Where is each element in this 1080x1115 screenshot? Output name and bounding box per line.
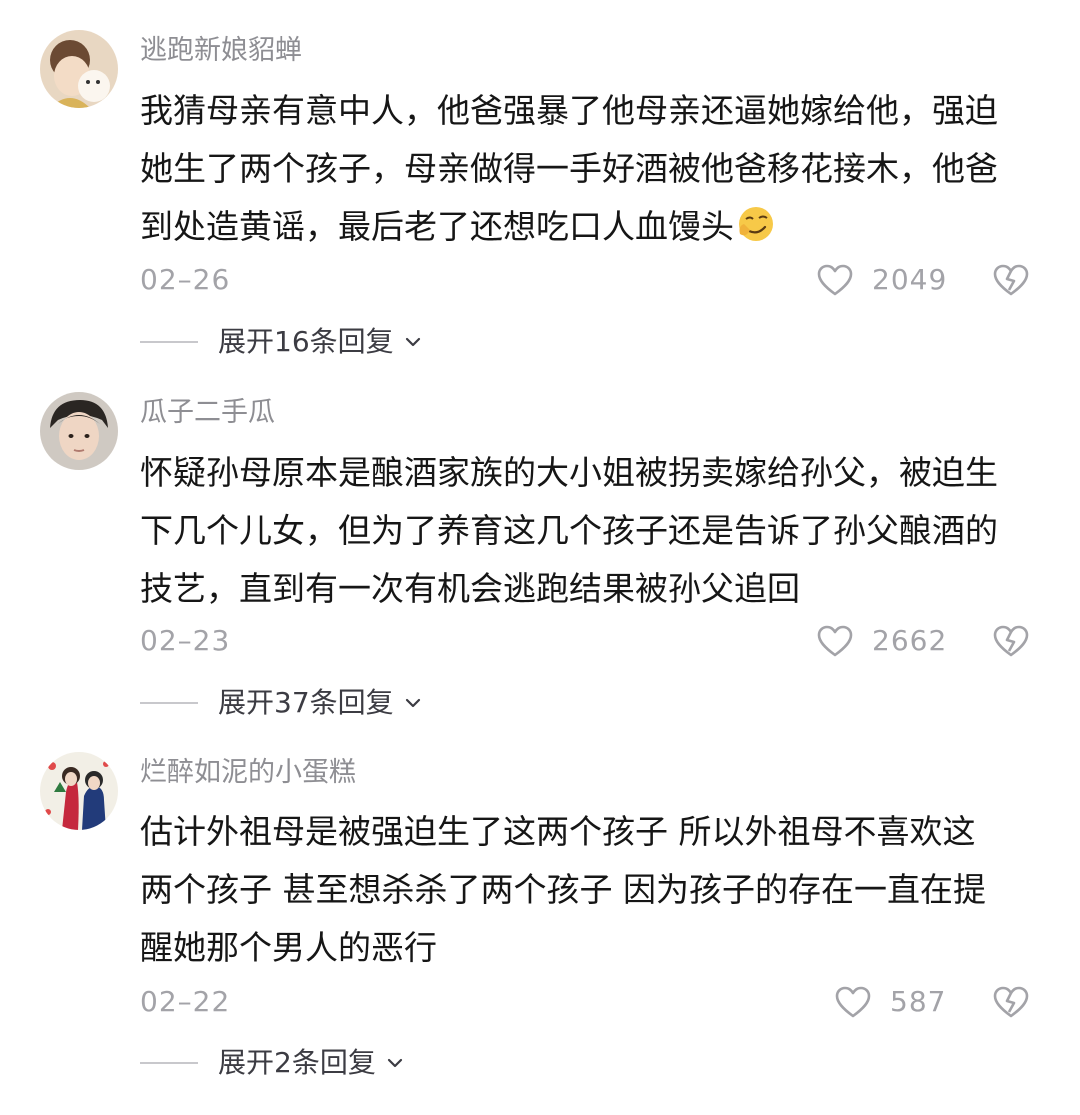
comment-text-line: 到处造黄谣，最后老了还想吃口人血馒头 xyxy=(140,198,1040,256)
smirk-face-emoji xyxy=(739,207,773,241)
comment-date: 02–23 xyxy=(140,624,231,657)
expand-replies-label: 展开16条回复 xyxy=(218,325,394,358)
like-count: 2049 xyxy=(872,263,948,296)
comment-date: 02–22 xyxy=(140,985,231,1018)
expand-replies-button[interactable]: 展开37条回复 xyxy=(140,683,422,723)
avatar[interactable] xyxy=(40,752,118,830)
broken-heart-outline-icon[interactable] xyxy=(992,982,1030,1022)
comment-date: 02–26 xyxy=(140,263,231,296)
comment-meta: 02–26 2049 xyxy=(140,260,1040,300)
comment-text-line: 两个孩子 甚至想杀杀了两个孩子 因为孩子的存在一直在提 xyxy=(140,870,986,909)
comment-text-line: 技艺，直到有一次有机会逃跑结果被孙父追回 xyxy=(140,569,800,608)
heart-outline-icon xyxy=(817,264,853,296)
avatar[interactable] xyxy=(40,30,118,108)
chevron-down-icon xyxy=(387,1058,402,1068)
broken-heart-outline-icon[interactable] xyxy=(992,260,1030,300)
expand-divider xyxy=(140,702,198,704)
expand-replies-button[interactable]: 展开16条回复 xyxy=(140,322,422,362)
comment-text-line: 她生了两个孩子，母亲做得一手好酒被他爸移花接木，他爸 xyxy=(140,140,1040,198)
comment-text-line-content: 她生了两个孩子，母亲做得一手好酒被他爸移花接木，他爸 xyxy=(140,149,998,188)
heart-outline-icon xyxy=(835,986,871,1018)
broken-heart-outline-icon[interactable] xyxy=(992,621,1030,661)
like-button[interactable]: 2662 xyxy=(816,621,947,661)
comment-text: 怀疑孙母原本是酿酒家族的大小姐被拐卖嫁给孙父，被迫生 下几个儿女，但为了养育这几… xyxy=(140,444,1040,618)
comment-meta: 02–22 587 xyxy=(140,982,1040,1022)
like-button[interactable]: 2049 xyxy=(816,260,947,300)
comment-text-line: 估计外祖母是被强迫生了这两个孩子 所以外祖母不喜欢这 xyxy=(140,812,976,851)
avatar[interactable] xyxy=(40,392,118,470)
username[interactable]: 瓜子二手瓜 xyxy=(140,395,275,431)
expand-divider xyxy=(140,1062,198,1064)
chevron-down-icon xyxy=(405,337,420,347)
expand-replies-button[interactable]: 展开2条回复 xyxy=(140,1043,404,1083)
expand-replies-label: 展开37条回复 xyxy=(218,686,394,719)
expand-divider xyxy=(140,341,198,343)
heart-outline-icon xyxy=(817,625,853,657)
comment-text-line: 下几个儿女，但为了养育这几个孩子还是告诉了孙父酿酒的 xyxy=(140,511,998,550)
username[interactable]: 逃跑新娘貂蝉 xyxy=(140,33,302,69)
like-count: 587 xyxy=(890,985,947,1018)
like-button[interactable]: 587 xyxy=(834,982,946,1022)
comment-text-line: 怀疑孙母原本是酿酒家族的大小姐被拐卖嫁给孙父，被迫生 xyxy=(140,453,998,492)
username[interactable]: 烂醉如泥的小蛋糕 xyxy=(140,755,356,791)
chevron-down-icon xyxy=(405,698,420,708)
comment-text-line: 醒她那个男人的恶行 xyxy=(140,928,437,967)
like-count: 2662 xyxy=(872,624,948,657)
comment-text-line: 我猜母亲有意中人，他爸强暴了他母亲还逼她嫁给他，强迫 xyxy=(140,91,998,130)
comment-text: 我猜母亲有意中人，他爸强暴了他母亲还逼她嫁给他，强迫 她生了两个孩子，母亲做得一… xyxy=(140,82,1040,256)
expand-replies-label: 展开2条回复 xyxy=(218,1046,376,1079)
comment-text: 估计外祖母是被强迫生了这两个孩子 所以外祖母不喜欢这 两个孩子 甚至想杀杀了两个… xyxy=(140,803,1040,977)
comment-meta: 02–23 2662 xyxy=(140,621,1040,661)
comment-text-line-content: 到处造黄谣，最后老了还想吃口人血馒头 xyxy=(140,207,734,246)
